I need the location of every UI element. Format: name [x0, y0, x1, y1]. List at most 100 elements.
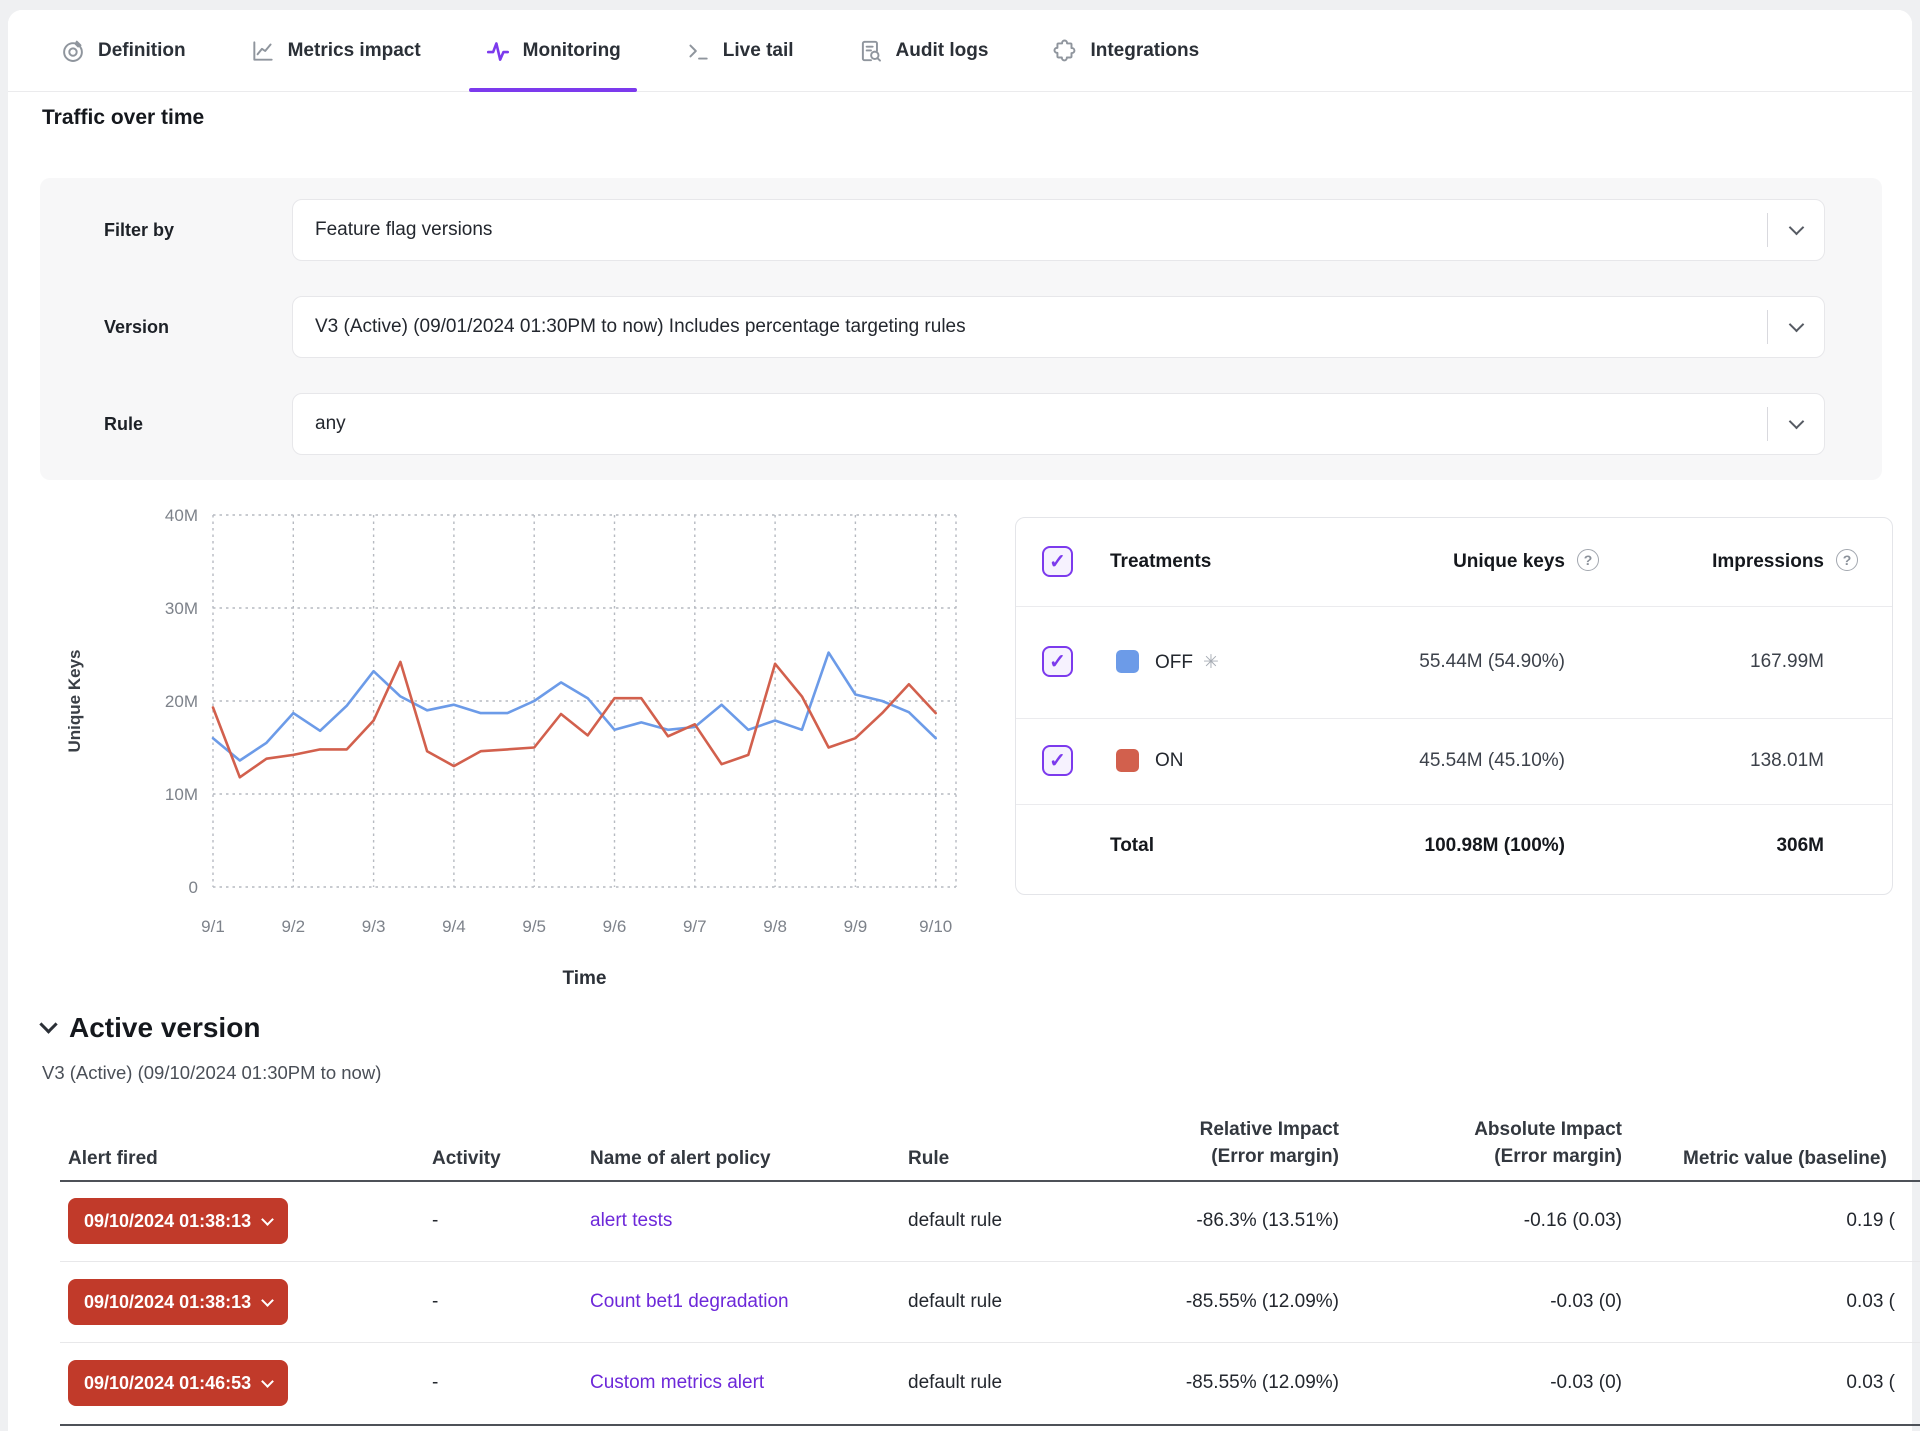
alert-policy-link[interactable]: Custom metrics alert — [590, 1372, 764, 1394]
svg-text:10M: 10M — [165, 785, 198, 804]
tab-label: Audit logs — [896, 40, 989, 62]
svg-text:9/9: 9/9 — [844, 917, 868, 936]
version-label: Version — [104, 296, 169, 358]
alert-fired-badge[interactable]: 09/10/2024 01:38:13 — [68, 1198, 288, 1244]
alert-row: 09/10/2024 01:46:53 - Custom metrics ale… — [60, 1343, 1920, 1423]
puzzle-icon — [1052, 38, 1078, 64]
chevron-down-icon — [1768, 324, 1824, 330]
active-version-toggle[interactable]: Active version — [42, 1012, 260, 1044]
help-icon[interactable]: ? — [1836, 549, 1858, 571]
tab-label: Definition — [98, 40, 186, 62]
default-treatment-icon: ✳ — [1203, 652, 1219, 673]
alerts-table-header: Alert fired Activity Name of alert polic… — [60, 1096, 1920, 1180]
chevron-down-icon — [261, 1294, 274, 1307]
svg-text:9/6: 9/6 — [603, 917, 627, 936]
filter-panel: Filter by Feature flag versions Version … — [40, 178, 1882, 480]
alert-row: 09/10/2024 01:38:13 - Count bet1 degrada… — [60, 1262, 1920, 1342]
svg-text:9/3: 9/3 — [362, 917, 386, 936]
chevron-down-icon — [261, 1213, 274, 1226]
alert-fired-badge[interactable]: 09/10/2024 01:46:53 — [68, 1360, 288, 1406]
tab-label: Live tail — [723, 40, 794, 62]
svg-text:40M: 40M — [165, 506, 198, 525]
tab-integrations[interactable]: Integrations — [1052, 10, 1199, 91]
treatments-panel: ✓ Treatments Unique keys ? Impressions ?… — [1015, 517, 1893, 895]
col-metric-value: Metric value (baseline) — [1683, 1148, 1887, 1170]
svg-text:0: 0 — [189, 878, 198, 897]
tab-monitoring[interactable]: Monitoring — [485, 10, 621, 91]
pulse-icon — [485, 38, 511, 64]
treatments-total-row: Total 100.98M (100%) 306M — [1016, 804, 1892, 896]
activity-cell: - — [432, 1210, 438, 1232]
chart-line-icon — [250, 38, 276, 64]
absolute-impact-cell: -0.03 (0) — [1382, 1291, 1622, 1313]
svg-text:9/7: 9/7 — [683, 917, 707, 936]
chevron-down-icon — [1768, 421, 1824, 427]
chevron-down-icon — [261, 1375, 274, 1388]
alert-policy-link[interactable]: Count bet1 degradation — [590, 1291, 789, 1313]
on-impressions: 138.01M — [1750, 750, 1824, 772]
svg-text:Time: Time — [562, 968, 606, 989]
unique-keys-header: Unique keys ? — [1453, 551, 1565, 573]
on-unique-keys: 45.54M (45.10%) — [1419, 750, 1565, 772]
alert-fired-badge[interactable]: 09/10/2024 01:38:13 — [68, 1279, 288, 1325]
active-version-subtitle: V3 (Active) (09/10/2024 01:30PM to now) — [42, 1062, 381, 1084]
svg-text:9/8: 9/8 — [763, 917, 787, 936]
alert-policy-link[interactable]: alert tests — [590, 1210, 672, 1232]
col-relative-impact: Relative Impact(Error margin) — [1079, 1116, 1339, 1170]
col-policy-name: Name of alert policy — [590, 1148, 771, 1170]
select-all-checkbox[interactable]: ✓ — [1042, 546, 1073, 577]
off-color-swatch — [1116, 650, 1139, 673]
metric-value-cell: 0.03 ( — [1640, 1372, 1895, 1394]
tab-audit-logs[interactable]: Audit logs — [858, 10, 989, 91]
treatment-row-off: ✓ OFF✳ 55.44M (54.90%) 167.99M — [1016, 606, 1892, 718]
svg-text:9/4: 9/4 — [442, 917, 466, 936]
metric-value-cell: 0.19 ( — [1640, 1210, 1895, 1232]
svg-text:20M: 20M — [165, 692, 198, 711]
page-title: Traffic over time — [42, 106, 204, 130]
col-activity: Activity — [432, 1148, 501, 1170]
tab-definition[interactable]: Definition — [60, 10, 186, 91]
treatment-name: ON — [1155, 750, 1184, 772]
tab-label: Monitoring — [523, 40, 621, 62]
alert-row: 09/10/2024 01:38:13 - alert tests defaul… — [60, 1181, 1920, 1261]
relative-impact-cell: -85.55% (12.09%) — [1079, 1372, 1339, 1394]
terminal-icon — [685, 38, 711, 64]
rule-cell: default rule — [908, 1291, 1002, 1313]
version-value: V3 (Active) (09/01/2024 01:30PM to now) … — [293, 316, 1767, 338]
version-select[interactable]: V3 (Active) (09/01/2024 01:30PM to now) … — [292, 296, 1825, 358]
rule-select[interactable]: any — [292, 393, 1825, 455]
on-checkbox[interactable]: ✓ — [1042, 745, 1073, 776]
chevron-down-icon — [39, 1015, 57, 1033]
tab-metrics-impact[interactable]: Metrics impact — [250, 10, 421, 91]
off-checkbox[interactable]: ✓ — [1042, 646, 1073, 677]
treatment-name: OFF✳ — [1155, 651, 1219, 674]
total-impressions: 306M — [1776, 835, 1824, 857]
treatments-header: Treatments — [1110, 551, 1211, 573]
svg-text:9/1: 9/1 — [201, 917, 225, 936]
relative-impact-cell: -86.3% (13.51%) — [1079, 1210, 1339, 1232]
tab-live-tail[interactable]: Live tail — [685, 10, 794, 91]
rule-value: any — [293, 413, 1767, 435]
rule-label: Rule — [104, 393, 143, 455]
impressions-header: Impressions ? — [1712, 551, 1824, 573]
activity-cell: - — [432, 1291, 438, 1313]
rule-cell: default rule — [908, 1372, 1002, 1394]
svg-text:9/5: 9/5 — [522, 917, 546, 936]
svg-text:Unique Keys: Unique Keys — [65, 650, 84, 753]
on-color-swatch — [1116, 749, 1139, 772]
traffic-over-time-chart: 010M20M30M40M9/19/29/39/49/59/69/79/89/9… — [60, 500, 960, 1000]
document-search-icon — [858, 38, 884, 64]
tab-bar: Definition Metrics impact Monitoring Liv… — [8, 10, 1912, 92]
filter-by-label: Filter by — [104, 199, 174, 261]
relative-impact-cell: -85.55% (12.09%) — [1079, 1291, 1339, 1313]
filter-by-value: Feature flag versions — [293, 219, 1767, 241]
target-icon — [60, 38, 86, 64]
off-unique-keys: 55.44M (54.90%) — [1419, 651, 1565, 673]
col-rule: Rule — [908, 1148, 949, 1170]
absolute-impact-cell: -0.16 (0.03) — [1382, 1210, 1622, 1232]
filter-by-select[interactable]: Feature flag versions — [292, 199, 1825, 261]
activity-cell: - — [432, 1372, 438, 1394]
help-icon[interactable]: ? — [1577, 549, 1599, 571]
absolute-impact-cell: -0.03 (0) — [1382, 1372, 1622, 1394]
col-alert-fired: Alert fired — [68, 1148, 158, 1170]
